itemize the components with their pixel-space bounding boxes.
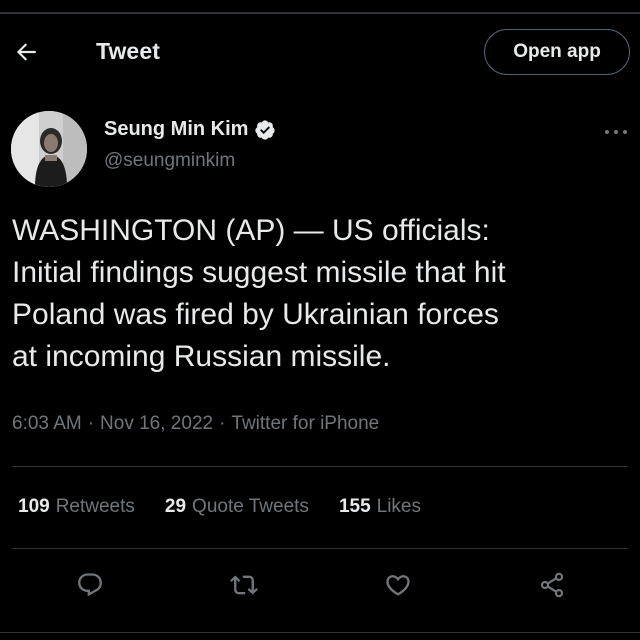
author-handle[interactable]: @seungminkim: [104, 150, 235, 172]
retweet-button[interactable]: [227, 568, 261, 602]
verified-badge-icon: [254, 119, 276, 141]
meta-separator: ·: [219, 413, 226, 434]
author-name[interactable]: Seung Min Kim: [104, 118, 248, 141]
reply-button[interactable]: [73, 568, 107, 602]
bottom-divider: [0, 632, 640, 633]
retweets-label: Retweets: [55, 496, 135, 517]
stats-divider-top: [12, 466, 628, 467]
tweet-time[interactable]: 6:03 AM: [12, 413, 82, 435]
tweet-date[interactable]: Nov 16, 2022: [100, 413, 213, 435]
likes-count: 155: [338, 496, 371, 517]
avatar[interactable]: [11, 111, 87, 187]
tweet-stats: 109 Retweets 29 Quote Tweets 155 Likes: [18, 496, 451, 518]
tweet-meta: 6:03 AM · Nov 16, 2022 · Twitter for iPh…: [12, 413, 379, 435]
likes-stat[interactable]: 155 Likes: [339, 496, 421, 518]
quote-tweets-stat[interactable]: 29 Quote Tweets: [165, 496, 309, 518]
share-icon: [540, 572, 564, 598]
stats-divider-bottom: [12, 548, 628, 549]
more-options-button[interactable]: [600, 120, 632, 144]
avatar-photo: [11, 111, 87, 187]
tweet-source[interactable]: Twitter for iPhone: [231, 413, 379, 435]
open-app-button[interactable]: Open app: [484, 29, 630, 75]
retweets-count: 109: [18, 496, 50, 517]
share-button[interactable]: [535, 568, 569, 602]
tweet-actions: [0, 563, 640, 607]
retweets-stat[interactable]: 109 Retweets: [18, 496, 135, 518]
arrow-left-icon: [16, 43, 36, 61]
more-icon: [605, 130, 627, 134]
like-button[interactable]: [381, 568, 415, 602]
like-icon: [386, 575, 410, 596]
author-name-row[interactable]: Seung Min Kim: [104, 118, 276, 141]
meta-separator: ·: [87, 413, 95, 434]
page-title: Tweet: [96, 38, 160, 64]
tweet-header: Tweet Open app: [0, 14, 640, 90]
reply-icon: [78, 573, 102, 597]
quote-tweets-count: 29: [164, 496, 187, 517]
retweet-icon: [230, 575, 258, 595]
quote-tweets-label: Quote Tweets: [192, 496, 309, 517]
tweet-text: WASHINGTON (AP) — US officials: Initial …: [12, 214, 506, 373]
likes-label: Likes: [376, 496, 421, 517]
back-button[interactable]: [8, 34, 44, 70]
